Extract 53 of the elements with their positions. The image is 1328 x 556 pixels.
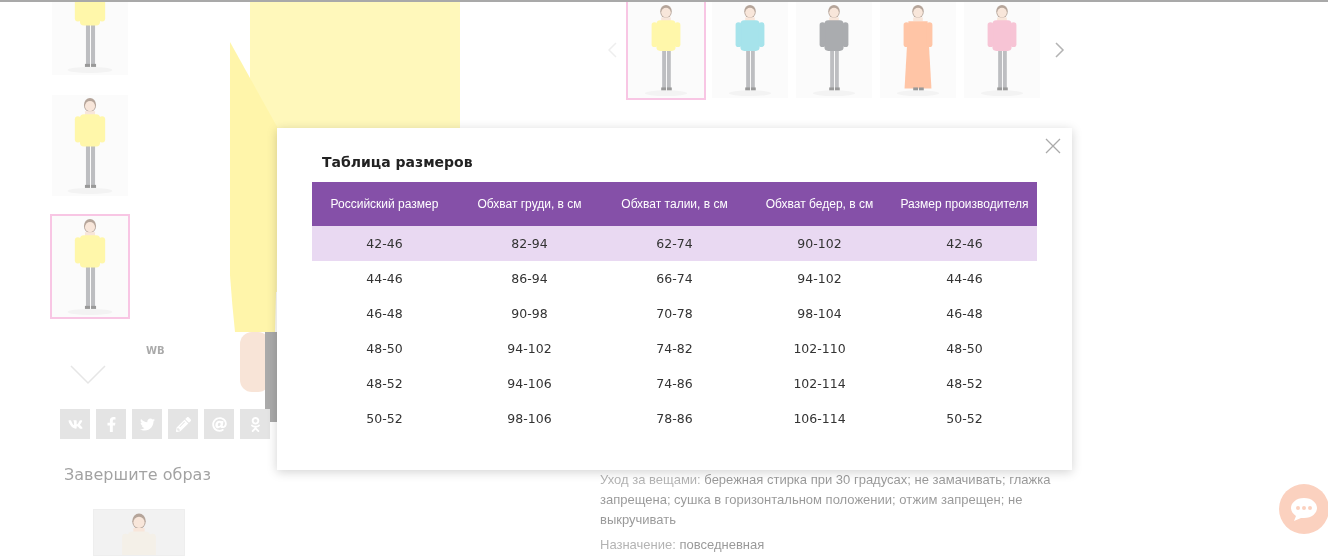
table-cell-text: 48-50	[365, 340, 404, 358]
table-cell-text: 98-106	[506, 410, 553, 428]
table-cell-text: 90-102	[796, 235, 843, 253]
dialog-title: Таблица размеров	[322, 153, 474, 172]
odnoklassniki-share-button[interactable]	[240, 409, 270, 439]
column-header: Размер производителя	[899, 196, 1030, 213]
table-cell-text: 46-48	[365, 305, 404, 323]
column-header: Обхват груди, в см	[476, 196, 583, 213]
vk-share-button[interactable]	[60, 409, 90, 439]
pencil-share-button[interactable]	[168, 409, 198, 439]
table-cell-text: 102-110	[792, 340, 847, 358]
table-cell-text: 94-106	[506, 375, 553, 393]
table-cell-text: 66-74	[655, 270, 694, 288]
section-title: Завершите образ	[64, 465, 211, 484]
at-sign-share-button[interactable]	[204, 409, 234, 439]
facebook-share-button[interactable]	[96, 409, 126, 439]
chat-icon	[1289, 496, 1319, 522]
table-cell-text: 42-46	[945, 235, 984, 253]
column-header: Обхват талии, в см	[620, 196, 729, 213]
table-cell-text: 90-98	[510, 305, 549, 323]
column-header: Обхват бедер, в см	[764, 196, 875, 213]
chevron-down-icon[interactable]	[70, 365, 106, 385]
table-cell-text: 74-82	[655, 340, 694, 358]
table-cell-text: 86-94	[510, 270, 549, 288]
pencil-icon	[175, 416, 191, 432]
table-cell-text: 70-78	[655, 305, 694, 323]
table-cell-text: 48-50	[945, 340, 984, 358]
table-cell-text: 106-114	[792, 410, 847, 428]
table-cell-text: 44-46	[365, 270, 404, 288]
detail-text: Назначение: повседневная	[600, 536, 766, 554]
table-cell-text: 62-74	[655, 235, 694, 253]
table-cell-text: 46-48	[945, 305, 984, 323]
table-cell-text: 44-46	[945, 270, 984, 288]
table-cell-text: 82-94	[510, 235, 549, 253]
table-cell-text: 48-52	[365, 375, 404, 393]
table-cell-text: 42-46	[365, 235, 404, 253]
close-button[interactable]	[1044, 137, 1062, 155]
twitter-share-button[interactable]	[132, 409, 162, 439]
table-cell-text: 94-102	[506, 340, 553, 358]
twitter-icon	[139, 416, 155, 432]
column-header: Российский размер	[329, 196, 440, 213]
chevron-right-icon[interactable]	[1052, 40, 1066, 60]
at-sign-icon	[211, 416, 227, 432]
table-cell-text: 102-114	[792, 375, 847, 393]
chat-button[interactable]	[1279, 484, 1328, 534]
brand-mark: WB	[146, 345, 165, 356]
table-cell-text: 50-52	[945, 410, 984, 428]
table-cell-text: 78-86	[655, 410, 694, 428]
table-cell-text: 98-104	[796, 305, 843, 323]
table-cell-text: 50-52	[365, 410, 404, 428]
table-cell-text: 94-102	[796, 270, 843, 288]
table-cell-text: 74-86	[655, 375, 694, 393]
table-cell-text: 48-52	[945, 375, 984, 393]
